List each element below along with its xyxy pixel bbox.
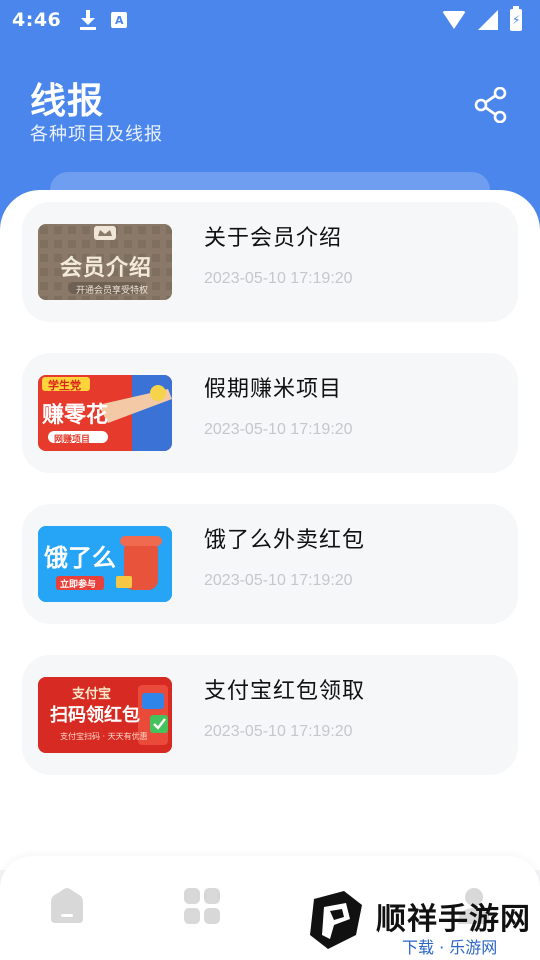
notification-a-icon: A (111, 12, 128, 28)
article-title: 支付宝红包领取 (204, 679, 366, 704)
article-title: 关于会员介绍 (204, 226, 343, 251)
page-title: 线报 (30, 81, 105, 122)
thumbnail-caption: 网赚项目 (54, 435, 91, 445)
thumbnail-caption: 支付宝扫码 · 天天有优惠 (60, 732, 148, 741)
article-card[interactable]: 饿了么 立即参与 饿了么外卖红包 2023-05-10 17:19:20 (22, 504, 518, 624)
article-time: 2023-05-10 17:19:20 (204, 572, 353, 589)
watermark-brand: 顺祥手游网 (376, 902, 531, 937)
article-title: 假期赚米项目 (204, 377, 343, 402)
wifi-icon (442, 11, 466, 29)
home-icon (51, 888, 83, 923)
battery-icon: ⚡ (510, 6, 522, 31)
article-time: 2023-05-10 17:19:20 (204, 723, 353, 740)
article-title: 饿了么外卖红包 (204, 528, 366, 553)
status-bar: 4:46 A ⚡ (0, 0, 540, 40)
grid-icon (184, 888, 220, 924)
article-time: 2023-05-10 17:19:20 (204, 421, 353, 438)
thumbnail-title: 会员介绍 (60, 256, 153, 281)
signal-icon (478, 10, 498, 30)
thumbnail-tag: 支付宝 (72, 687, 112, 702)
thumbnail-title: 饿了么 (44, 544, 116, 572)
share-button[interactable] (470, 84, 512, 126)
watermark-subtext: 下载 · 乐游网 (402, 938, 498, 957)
page-subtitle: 各种项目及线报 (30, 124, 163, 145)
thumbnail-tag: 学生党 (48, 379, 81, 392)
article-thumbnail: 会员介绍 开通会员享受特权 (38, 224, 172, 300)
watermark-logo-icon (310, 891, 362, 949)
article-thumbnail: 支付宝 扫码领红包 支付宝扫码 · 天天有优惠 (38, 677, 172, 753)
article-card[interactable]: 会员介绍 开通会员享受特权 关于会员介绍 2023-05-10 17:19:20 (22, 202, 518, 322)
site-watermark: 顺祥手游网 下载 · 乐游网 (306, 880, 540, 960)
thumbnail-title: 扫码领红包 (50, 705, 140, 726)
article-card[interactable]: 学生党 赚零花 网赚项目 假期赚米项目 2023-05-10 17:19:20 (22, 353, 518, 473)
article-thumbnail: 学生党 赚零花 网赚项目 (38, 375, 172, 451)
article-time: 2023-05-10 17:19:20 (204, 270, 353, 287)
status-time: 4:46 (12, 9, 62, 31)
article-card[interactable]: 支付宝 扫码领红包 支付宝扫码 · 天天有优惠 支付宝红包领取 2023-05-… (22, 655, 518, 775)
download-icon (79, 9, 97, 31)
share-icon (474, 87, 507, 123)
nav-discover[interactable] (182, 886, 222, 926)
thumbnail-caption: 开通会员享受特权 (76, 286, 149, 296)
thumbnail-caption: 立即参与 (60, 580, 97, 590)
article-thumbnail: 饿了么 立即参与 (38, 526, 172, 602)
nav-home[interactable] (48, 886, 88, 926)
thumbnail-title: 赚零花 (42, 403, 109, 428)
